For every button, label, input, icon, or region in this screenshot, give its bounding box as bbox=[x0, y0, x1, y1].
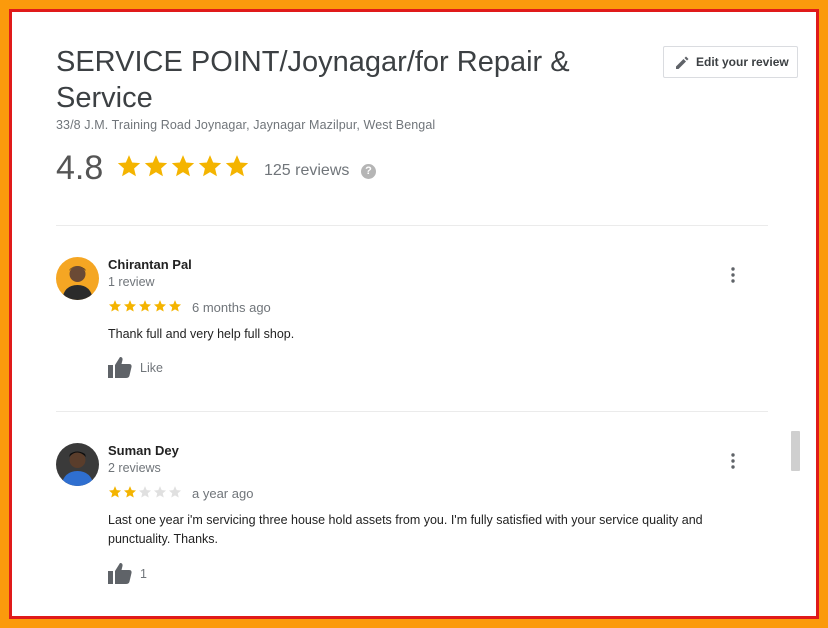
author-review-count: 1 review bbox=[108, 275, 155, 289]
pencil-icon bbox=[676, 56, 689, 69]
star-filled-icon bbox=[168, 300, 182, 312]
like-label[interactable]: Like bbox=[140, 361, 163, 375]
star-filled-icon bbox=[108, 300, 122, 312]
author-review-count: 2 reviews bbox=[108, 461, 161, 475]
review-stars bbox=[108, 485, 183, 504]
review-count-link[interactable]: 125 reviews bbox=[264, 162, 349, 180]
like-count[interactable]: 1 bbox=[140, 567, 147, 581]
edit-review-button[interactable]: Edit your review bbox=[663, 46, 798, 78]
place-title: SERVICE POINT/Joynagar/for Repair & Serv… bbox=[56, 46, 570, 114]
thumbs-up-icon[interactable] bbox=[108, 356, 132, 378]
help-icon[interactable]: ? bbox=[361, 164, 376, 179]
star-filled-icon bbox=[117, 155, 141, 177]
author-name[interactable]: Suman Dey bbox=[108, 443, 179, 458]
reviews-panel: SERVICE POINT/Joynagar/for Repair & Serv… bbox=[12, 12, 816, 616]
inner-frame: SERVICE POINT/Joynagar/for Repair & Serv… bbox=[9, 9, 819, 619]
divider bbox=[56, 411, 768, 412]
more-options-icon[interactable] bbox=[730, 267, 736, 283]
star-filled-icon bbox=[108, 486, 122, 498]
star-empty-icon bbox=[168, 486, 182, 498]
star-empty-icon bbox=[153, 486, 167, 498]
author-name[interactable]: Chirantan Pal bbox=[108, 257, 192, 272]
star-filled-icon bbox=[171, 155, 195, 177]
avatar[interactable] bbox=[56, 443, 99, 486]
star-filled-icon bbox=[153, 300, 167, 312]
star-filled-icon bbox=[225, 155, 249, 177]
rating-value: 4.8 bbox=[56, 149, 104, 187]
rating-stars bbox=[116, 152, 251, 185]
review-text: Last one year i'm servicing three house … bbox=[108, 513, 703, 546]
review-text: Thank full and very help full shop. bbox=[108, 327, 295, 341]
review-date: a year ago bbox=[192, 486, 254, 501]
divider bbox=[56, 225, 768, 226]
scrollbar-thumb[interactable] bbox=[791, 431, 800, 471]
review-stars bbox=[108, 299, 183, 318]
edit-review-label: Edit your review bbox=[696, 55, 789, 69]
star-empty-icon bbox=[138, 486, 152, 498]
place-address: 33/8 J.M. Training Road Joynagar, Jaynag… bbox=[56, 118, 436, 132]
star-filled-icon bbox=[144, 155, 168, 177]
star-filled-icon bbox=[123, 486, 137, 498]
thumbs-up-icon[interactable] bbox=[108, 562, 132, 584]
star-filled-icon bbox=[123, 300, 137, 312]
review-date: 6 months ago bbox=[192, 300, 271, 315]
more-options-icon[interactable] bbox=[730, 453, 736, 469]
star-filled-icon bbox=[198, 155, 222, 177]
star-filled-icon bbox=[138, 300, 152, 312]
avatar[interactable] bbox=[56, 257, 99, 300]
